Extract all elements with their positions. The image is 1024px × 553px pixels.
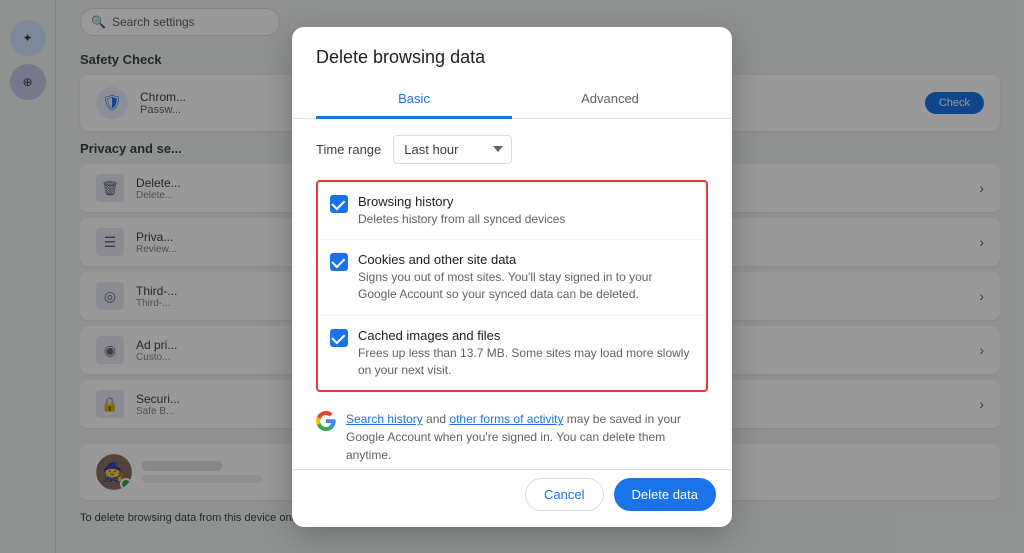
modal-overlay: Delete browsing data Basic Advanced Time… (0, 0, 1024, 553)
option-desc-browsing: Deletes history from all synced devices (358, 211, 565, 228)
google-note-text: Search history and other forms of activi… (346, 410, 708, 464)
option-text-cookies: Cookies and other site data Signs you ou… (358, 252, 694, 303)
search-history-link[interactable]: Search history (346, 412, 423, 426)
time-range-row: Time range Last hour Last 24 hours Last … (316, 135, 708, 164)
option-text-browsing: Browsing history Deletes history from al… (358, 194, 565, 228)
option-text-cached: Cached images and files Frees up less th… (358, 328, 694, 379)
option-title-cookies: Cookies and other site data (358, 252, 694, 267)
time-range-label: Time range (316, 142, 381, 157)
option-cookies: Cookies and other site data Signs you ou… (318, 240, 706, 316)
delete-data-button[interactable]: Delete data (614, 478, 717, 511)
tab-basic[interactable]: Basic (316, 81, 512, 119)
delete-browsing-data-dialog: Delete browsing data Basic Advanced Time… (292, 27, 732, 527)
option-desc-cookies: Signs you out of most sites. You'll stay… (358, 269, 694, 303)
other-activity-link[interactable]: other forms of activity (449, 412, 563, 426)
option-browsing-history: Browsing history Deletes history from al… (318, 182, 706, 241)
option-cached-images: Cached images and files Frees up less th… (318, 316, 706, 391)
google-note: Search history and other forms of activi… (316, 404, 708, 468)
option-desc-cached: Frees up less than 13.7 MB. Some sites m… (358, 345, 694, 379)
dialog-body: Time range Last hour Last 24 hours Last … (292, 119, 732, 469)
checkbox-cached-images[interactable] (330, 329, 348, 347)
google-logo (316, 411, 336, 431)
cancel-button[interactable]: Cancel (525, 478, 603, 511)
dialog-tabs: Basic Advanced (292, 80, 732, 119)
checkbox-browsing-history[interactable] (330, 195, 348, 213)
time-range-select[interactable]: Last hour Last 24 hours Last 7 days Last… (393, 135, 512, 164)
options-box: Browsing history Deletes history from al… (316, 180, 708, 393)
option-title-cached: Cached images and files (358, 328, 694, 343)
dialog-title: Delete browsing data (316, 47, 708, 68)
dialog-header: Delete browsing data Basic Advanced (292, 27, 732, 119)
option-title-browsing: Browsing history (358, 194, 565, 209)
tab-advanced[interactable]: Advanced (512, 81, 708, 119)
checkbox-cookies[interactable] (330, 253, 348, 271)
dialog-footer: Cancel Delete data (292, 469, 732, 527)
